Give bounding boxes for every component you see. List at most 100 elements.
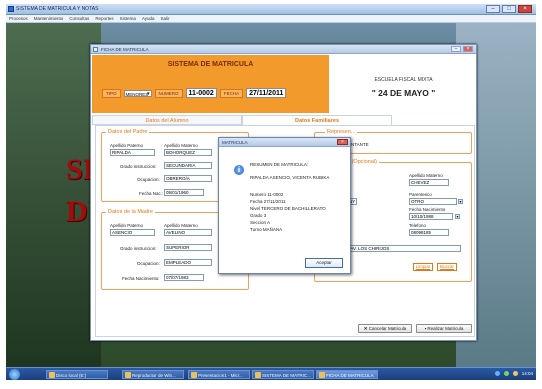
menu-consultas[interactable]: Consultas [69,16,89,21]
menu-sistema[interactable]: Sistema [120,16,136,21]
direccion-input[interactable]: ...3 Y AV. LOS CHIRIJOS [337,245,461,252]
padre-ocupacion-select[interactable]: OBRERO/A [164,175,212,182]
ficha-tabs: Datos del Alumno Datos Familiares [92,115,477,125]
school-type: ESCUELA FISCAL MIXTA [374,77,433,83]
realizar-matricula-label: Realizar Matricula [427,326,464,331]
limpiar-button[interactable]: Limpiar [413,263,433,271]
taskbar-item[interactable]: Reproductor de Win... [122,370,184,379]
clock[interactable]: 14:04 [522,371,533,376]
close-icon[interactable]: × [463,46,473,52]
app-title: SISTEMA DE MATRICULA Y NOTAS [16,6,99,12]
rep-apellido-materno-input[interactable]: CHEVEZ [409,179,449,186]
menu-ayuda[interactable]: Ayuda [142,16,155,21]
fecha-value: 27/11/2011 [246,88,287,98]
aceptar-button[interactable]: Aceptar [305,258,343,268]
parentesco-label: Parentesco [409,192,432,197]
rep-fecha-input[interactable]: 10/10/1988 [409,213,453,220]
padre-fecha-input[interactable]: 05/01/1960 [164,189,204,196]
cancelar-matricula-button[interactable]: ✕ Cancelar Matricula [358,324,412,333]
realizar-matricula-button[interactable]: ▪ Realizar Matricula [416,324,472,333]
telefono-input[interactable]: 08098185 [409,229,449,236]
close-icon[interactable]: × [337,139,348,145]
ficha-window-controls: – × [451,46,473,52]
madre-fecha-input[interactable]: 07/07/1983 [164,274,204,281]
padre-legend: Datos del Padre [106,129,150,135]
padre-apellido-paterno-label: Apellido Paterno [110,143,144,148]
padre-apellido-materno-label: Apellido Materno [164,143,198,148]
ficha-titlebar: FICHA DE MATRICULA – × [91,45,476,54]
menu-procesos[interactable]: Procesos [9,16,28,21]
app-titlebar: SISTEMA DE MATRICULA Y NOTAS – □ × [6,4,536,15]
dialog-titlebar: MATRICULA × [219,138,350,147]
menu-mantenimiento[interactable]: Mantenimiento [34,16,64,21]
padre-grado-label: Grado instruccion: [120,164,157,169]
system-title: SISTEMA DE MATRICULA [167,61,254,68]
network-icon[interactable] [494,371,500,376]
app-icon [255,372,261,378]
rep-apellido-materno-label: Apellido Materno [409,173,443,178]
taskbar-item[interactable]: Disco local (E:) [46,370,108,379]
dialog-line: Turno MAÑANA [250,227,283,232]
info-icon: i [234,165,244,175]
madre-ocupacion-label: Ocupacion: [137,261,160,266]
representante-legend: Represen... [325,129,358,135]
madre-legend: Datos de la Madre [106,209,155,215]
dialog-title: MATRICULA [222,140,248,145]
ficha-header: SISTEMA DE MATRICULA TIPO MENORES NUMERO… [92,55,329,113]
close-icon[interactable]: × [518,5,532,13]
system-tray: 14:04 [494,371,533,376]
desktop-screen: SISTEMA DE MATRICULA Y NOTAS – □ × Proce… [6,4,536,380]
menu-reportes[interactable]: Reportes [95,16,113,21]
madre-apellido-paterno-input[interactable]: ASENCIO [110,229,155,236]
maximize-icon[interactable]: □ [502,5,516,13]
minimize-icon[interactable]: – [486,5,500,13]
tipo-select[interactable]: MENORES [123,89,152,97]
minimize-icon[interactable]: – [451,46,461,52]
start-button[interactable] [9,369,20,380]
tab-datos-alumno[interactable]: Datos del Alumno [92,115,242,125]
chevron-down-icon[interactable]: ▾ [458,199,463,204]
numero-value: 11-0002 [185,88,217,98]
padre-apellido-materno-input[interactable]: BOHORQUEZ [164,149,212,156]
folder-icon [49,372,55,378]
notification-icon[interactable] [512,371,518,376]
rep-fecha-label: Fecha Nacimiento [409,207,446,212]
app-icon [319,372,325,378]
school-name: " 24 DE MAYO " [371,88,436,98]
dialog-line: Numero 11-0002 [250,192,284,197]
ficha-title: FICHA DE MATRICULA [101,47,149,52]
media-player-icon [125,372,131,378]
school-panel: ESCUELA FISCAL MIXTA " 24 DE MAYO " [331,55,476,113]
padre-apellido-paterno-input[interactable]: RIPALDA [110,149,155,156]
dialog-line: RESUMEN DE MATRICULA: [250,162,309,167]
menu-salir[interactable]: Salir [161,16,170,21]
volume-icon[interactable] [503,371,509,376]
taskbar-item[interactable]: FICHA DE MATRICULA [316,370,378,379]
madre-apellido-materno-label: Apellido Materno [164,223,198,228]
madre-apellido-paterno-label: Apellido Paterno [110,223,144,228]
chevron-down-icon[interactable]: ▾ [455,214,460,219]
dialog-line: Nivel TERCERO DE BACHILLERATO [250,206,326,211]
madre-fecha-label: Fecha Nacimiento: [122,276,160,281]
taskbar-item[interactable]: SISTEMA DE MATRIC... [252,370,314,379]
dialog-line: RIPALDA ASENCIO, VICENTA RUBIKA [250,175,330,180]
fecha-label: FECHA [219,88,244,98]
dialog-line: Grado 3 [250,213,267,218]
madre-ocupacion-select[interactable]: EMPLEADO [164,259,212,266]
padre-fecha-label: Fecha Nac.: [139,191,164,196]
matricula-dialog: MATRICULA × i RESUMEN DE MATRICULA: RIPA… [218,137,351,274]
madre-grado-label: Grado instruccion: [120,246,157,251]
parentesco-select[interactable]: OTRO [409,198,457,205]
buscar-button[interactable]: Buscar [437,263,457,271]
taskbar: Disco local (E:) Reproductor de Win... P… [6,367,536,380]
padre-grado-select[interactable]: SECUNDARIA [164,162,212,169]
madre-grado-select[interactable]: SUPERIOR [164,244,212,251]
tab-datos-familiares[interactable]: Datos Familiares [242,115,392,125]
app-icon [8,6,14,12]
ficha-window-icon [93,47,98,52]
padre-ocupacion-label: Ocupacion: [137,177,160,182]
dialog-line: Fecha 27/11/2011 [250,199,286,204]
tipo-label: TIPO [102,88,121,98]
taskbar-item[interactable]: Presentacion1 - Micr... [188,370,250,379]
madre-apellido-materno-input[interactable]: AVELINO [164,229,212,236]
